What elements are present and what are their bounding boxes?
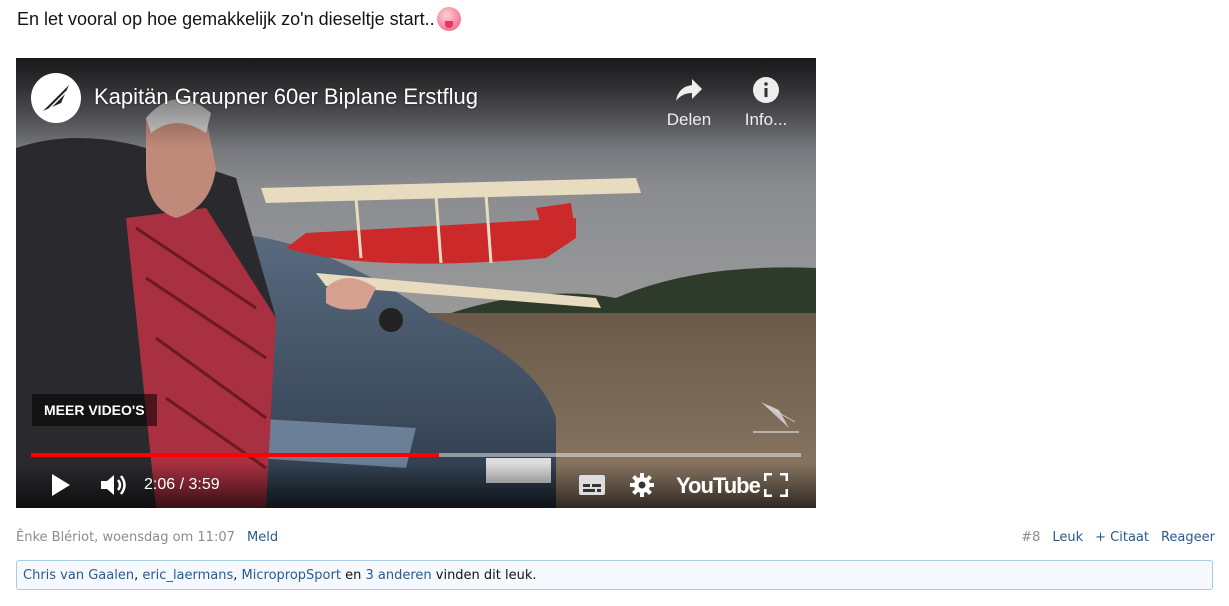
subtitles-button[interactable] (576, 467, 608, 503)
likes-summary: Chris van Gaalen, eric_laermans, Micropr… (16, 560, 1213, 590)
tongue-face-emoji-icon (436, 7, 461, 31)
subtitles-icon (579, 475, 605, 495)
share-icon (676, 79, 702, 101)
volume-button[interactable] (96, 467, 132, 503)
like-link[interactable]: Leuk (1052, 530, 1083, 545)
fullscreen-button[interactable] (761, 467, 791, 503)
channel-avatar[interactable] (31, 73, 81, 123)
like-user-link[interactable]: MicropropSport (242, 568, 341, 583)
progress-played (31, 453, 440, 457)
channel-watermark-icon (753, 402, 799, 433)
post-author-date[interactable]: Ênke Blériot, woensdag om 11:07 (16, 530, 235, 545)
youtube-logo[interactable]: YouTube (676, 473, 761, 499)
like-user-link[interactable]: eric_laermans (142, 568, 233, 583)
post-meta: Ênke Blériot, woensdag om 11:07 Meld #8 … (16, 528, 1215, 548)
info-button[interactable]: Info... (731, 74, 801, 130)
post-text: En let vooral op hoe gemakkelijk zo'n di… (17, 7, 461, 31)
post-text-content: En let vooral op hoe gemakkelijk zo'n di… (17, 9, 435, 29)
info-icon (753, 77, 779, 103)
video-controls: 2:06 / 3:59 YouTube (16, 463, 816, 508)
play-button[interactable] (46, 467, 76, 503)
time-display: 2:06 / 3:59 (144, 476, 220, 493)
like-user-link[interactable]: Chris van Gaalen (23, 568, 134, 583)
reply-link[interactable]: Reageer (1161, 530, 1215, 545)
likes-tail: vinden dit leuk. (431, 568, 537, 583)
gear-icon (630, 473, 654, 497)
post-number[interactable]: #8 (1021, 530, 1040, 545)
channel-logo-icon (43, 85, 69, 111)
likes-connector: en (340, 568, 366, 583)
quote-link[interactable]: + Citaat (1095, 530, 1149, 545)
video-title[interactable]: Kapitän Graupner 60er Biplane Erstflug (94, 84, 478, 110)
settings-button[interactable] (626, 467, 658, 503)
share-label: Delen (666, 110, 712, 129)
share-button[interactable]: Delen (654, 74, 724, 130)
video-player[interactable]: Kapitän Graupner 60er Biplane Erstflug D… (16, 58, 816, 508)
volume-icon (101, 475, 126, 495)
more-videos-button[interactable]: MEER VIDEO'S (32, 394, 157, 426)
fullscreen-icon (764, 473, 788, 497)
progress-bar[interactable] (31, 453, 801, 457)
likes-separator: , (233, 568, 242, 583)
info-label: Info... (744, 110, 788, 129)
like-others-link[interactable]: 3 anderen (365, 568, 431, 583)
report-link[interactable]: Meld (247, 530, 278, 545)
play-icon (52, 474, 70, 496)
